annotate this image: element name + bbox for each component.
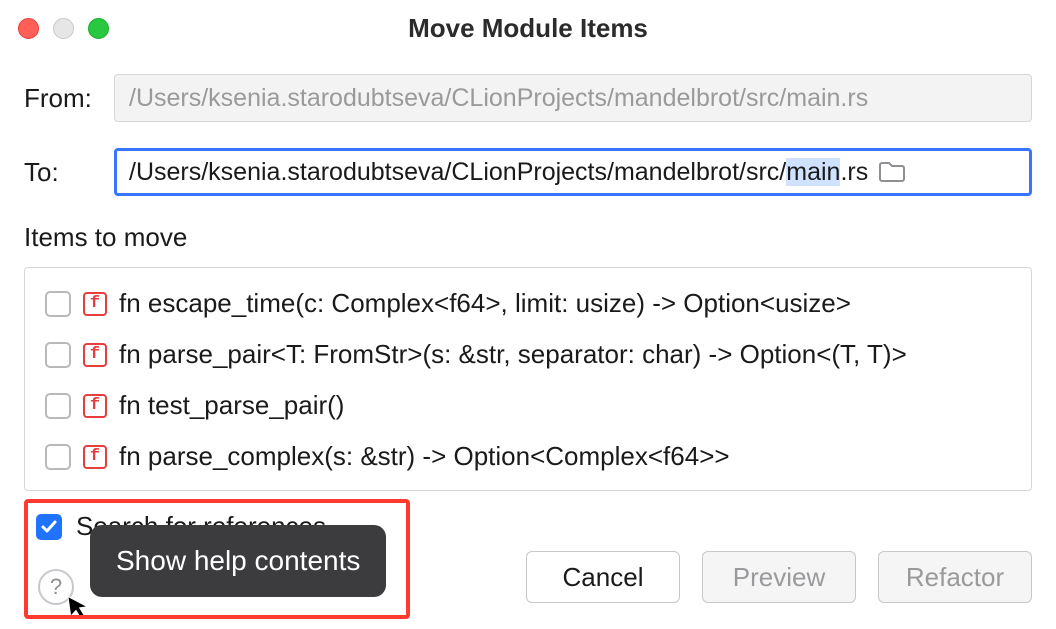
bottom-zone: Search for references ? Show help conten… (24, 495, 1032, 625)
item-row[interactable]: f fn escape_time(c: Complex<f64>, limit:… (45, 288, 1011, 319)
preview-button[interactable]: Preview (702, 551, 856, 603)
help-button[interactable]: ? (38, 569, 74, 605)
item-label: fn test_parse_pair() (119, 390, 344, 421)
titlebar: Move Module Items (0, 0, 1056, 56)
function-icon: f (83, 445, 107, 469)
to-label: To: (24, 157, 114, 188)
browse-folder-icon[interactable] (878, 161, 906, 183)
item-checkbox[interactable] (45, 342, 71, 368)
item-label: fn parse_complex(s: &str) -> Option<Comp… (119, 441, 730, 472)
item-row[interactable]: f fn parse_pair<T: FromStr>(s: &str, sep… (45, 339, 1011, 370)
items-list: f fn escape_time(c: Complex<f64>, limit:… (24, 267, 1032, 491)
from-value: /Users/ksenia.starodubtseva/CLionProject… (129, 84, 868, 113)
from-field: /Users/ksenia.starodubtseva/CLionProject… (114, 74, 1032, 122)
item-label: fn escape_time(c: Complex<f64>, limit: u… (119, 288, 851, 319)
minimize-window-button[interactable] (53, 18, 74, 39)
maximize-window-button[interactable] (88, 18, 109, 39)
dialog-buttons: Cancel Preview Refactor (526, 551, 1032, 603)
function-icon: f (83, 292, 107, 316)
item-checkbox[interactable] (45, 393, 71, 419)
help-tooltip: Show help contents (90, 525, 386, 597)
help-icon: ? (50, 574, 62, 600)
window-controls (18, 18, 109, 39)
item-row[interactable]: f fn parse_complex(s: &str) -> Option<Co… (45, 441, 1011, 472)
function-icon: f (83, 343, 107, 367)
function-icon: f (83, 394, 107, 418)
search-references-checkbox[interactable] (36, 514, 62, 540)
refactor-button[interactable]: Refactor (878, 551, 1032, 603)
close-window-button[interactable] (18, 18, 39, 39)
item-checkbox[interactable] (45, 444, 71, 470)
from-label: From: (24, 83, 114, 114)
item-checkbox[interactable] (45, 291, 71, 317)
window-title: Move Module Items (0, 13, 1056, 44)
item-row[interactable]: f fn test_parse_pair() (45, 390, 1011, 421)
item-label: fn parse_pair<T: FromStr>(s: &str, separ… (119, 339, 907, 370)
to-field[interactable]: /Users/ksenia.starodubtseva/CLionProject… (114, 148, 1032, 196)
to-value: /Users/ksenia.starodubtseva/CLionProject… (129, 158, 868, 187)
items-section-label: Items to move (24, 222, 1032, 253)
cancel-button[interactable]: Cancel (526, 551, 680, 603)
